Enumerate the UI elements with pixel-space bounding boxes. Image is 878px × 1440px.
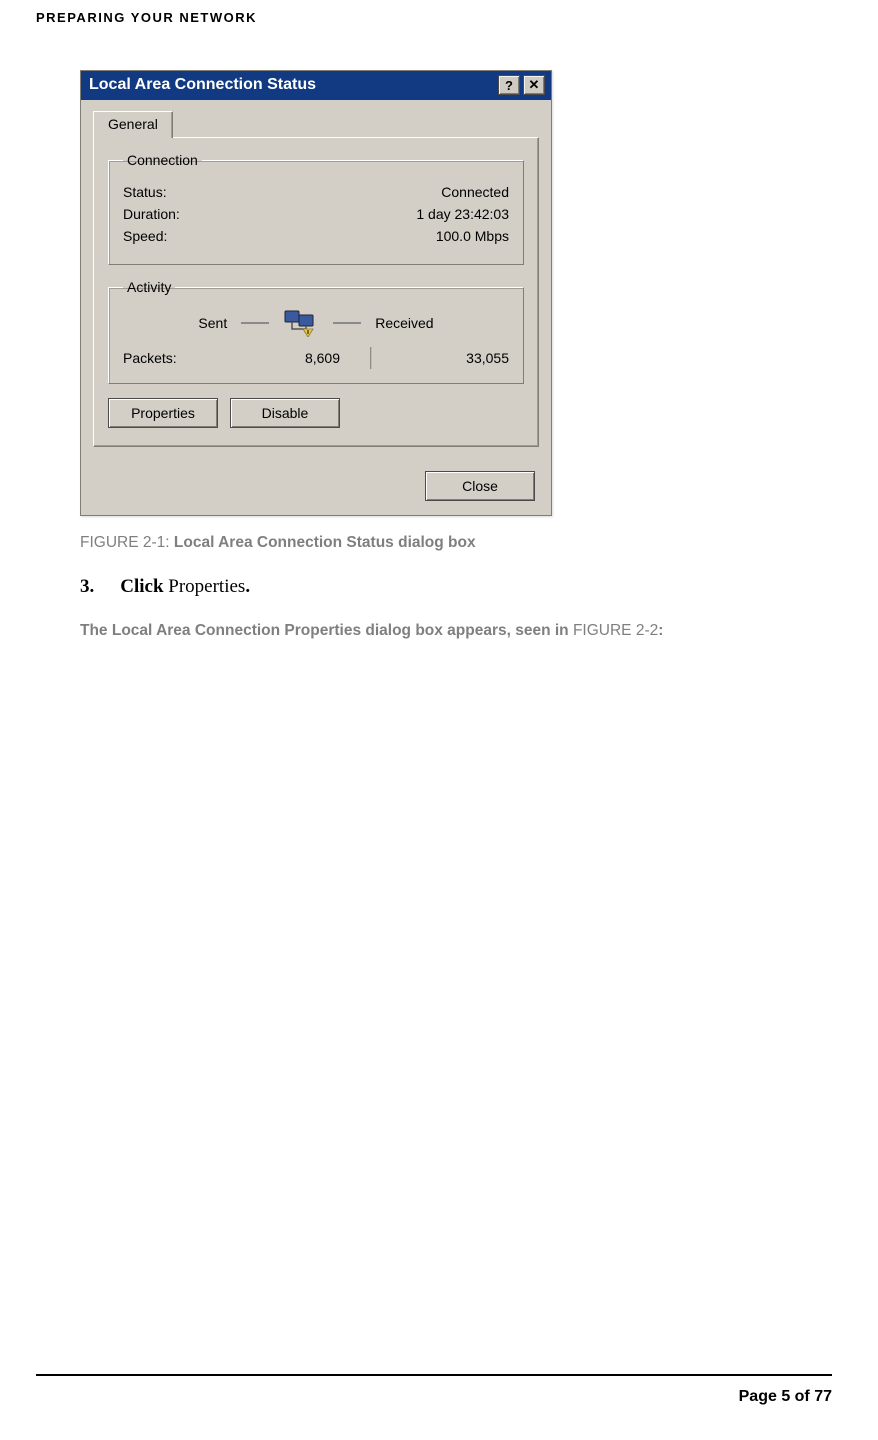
disable-button[interactable]: Disable [230,398,340,428]
figure-caption: FIGURE 2-1: Local Area Connection Status… [80,534,832,552]
group-legend-connection: Connection [123,152,202,168]
sent-label: Sent [198,315,227,331]
packets-sent-value: 8,609 [233,350,340,366]
received-label: Received [375,315,433,331]
close-button[interactable]: Close [425,471,535,501]
status-label: Status: [123,184,167,200]
step-period: . [245,576,250,597]
properties-button[interactable]: Properties [108,398,218,428]
activity-line-right [333,322,361,324]
dialog-local-area-connection-status: Local Area Connection Status ? ✕ General… [80,70,552,516]
help-icon[interactable]: ? [498,75,520,95]
figure-caption-text: Local Area Connection Status dialog box [174,534,476,551]
group-legend-activity: Activity [123,279,175,295]
tab-panel-general: Connection Status: Connected Duration: 1… [93,137,539,447]
close-icon[interactable]: ✕ [523,75,545,95]
activity-line-left [241,322,269,324]
result-text-b: : [658,622,663,639]
dialog-titlebar: Local Area Connection Status ? ✕ [81,71,551,100]
chapter-title: PREPARING YOUR NETWORK [36,10,832,25]
packets-received-value: 33,055 [402,350,509,366]
group-connection: Connection Status: Connected Duration: 1… [108,152,524,265]
result-text-a: The Local Area Connection Properties dia… [80,622,573,639]
tab-general[interactable]: General [93,111,173,138]
step-number: 3. [80,576,94,597]
step-action: Click [120,576,163,597]
dialog-title: Local Area Connection Status [89,76,316,94]
figure-caption-sep: : [165,534,174,551]
step-3: 3. Click Properties. [80,576,832,598]
figure-caption-prefix: FIGURE 2-1 [80,534,165,551]
packets-divider [370,347,372,369]
packets-label: Packets: [123,350,233,366]
figure-reference: FIGURE 2-2 [573,622,658,639]
status-value: Connected [441,184,509,200]
result-paragraph: The Local Area Connection Properties dia… [80,620,800,642]
page-footer: Page 5 of 77 [36,1374,832,1406]
speed-label: Speed: [123,228,167,244]
group-activity: Activity Sent [108,279,524,384]
duration-value: 1 day 23:42:03 [416,206,509,222]
step-object: Properties [168,576,245,597]
network-icon [283,309,319,337]
duration-label: Duration: [123,206,180,222]
speed-value: 100.0 Mbps [436,228,509,244]
